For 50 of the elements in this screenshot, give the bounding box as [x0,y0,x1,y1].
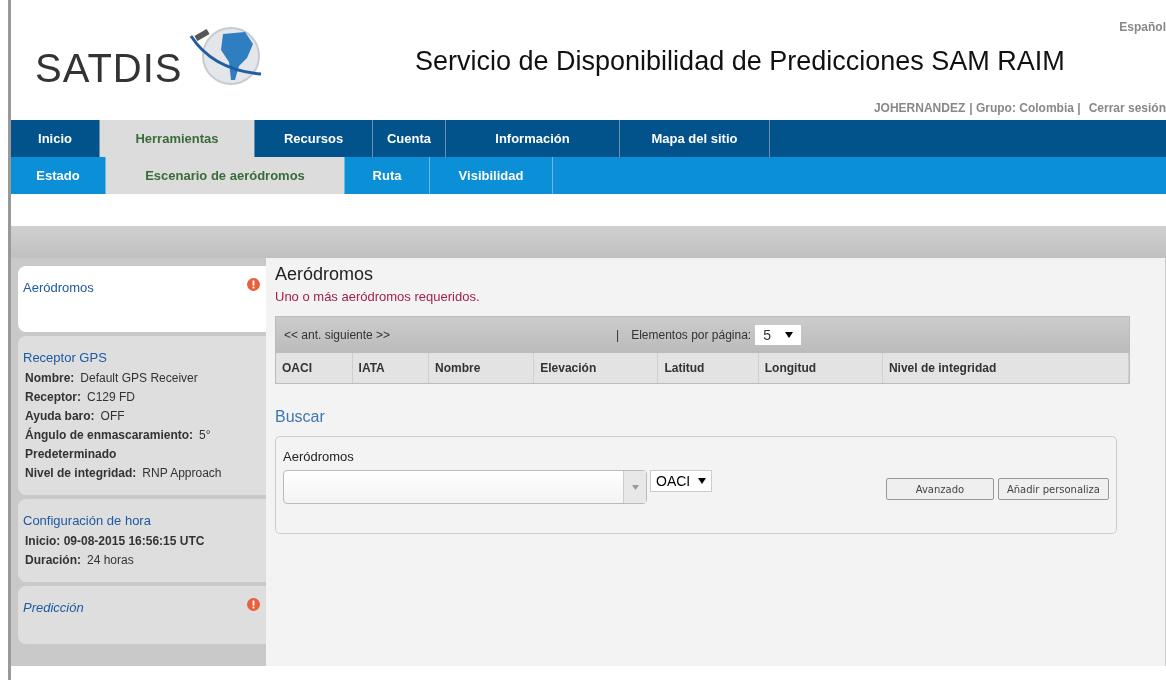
logout-link[interactable]: Cerrar sesión [1088,101,1166,115]
detail-line: Nombre: Default GPS Receiver [25,371,199,385]
language-link[interactable]: Español [873,20,1166,34]
panel-title: Aeródromos [23,280,94,295]
detail-line: Nivel de integridad: RNP Approach [25,466,223,480]
separator-text: | [616,328,620,342]
column-header[interactable]: Latitud [658,353,759,383]
panel-title: Receptor GPS [23,350,107,365]
subnav-tab[interactable]: Escenario de aeródromos [106,157,345,194]
caret-icon [785,332,793,338]
warning-icon [247,598,260,611]
section-heading: Aeródromos [275,264,375,285]
detail-line: Predeterminado [25,447,118,461]
detail-line: Ayuda baro: OFF [25,409,126,423]
detail-line: Receptor: C129 FD [25,390,137,404]
column-header[interactable]: OACI [276,353,353,383]
per-page-select[interactable]: 5 [755,325,801,345]
search-heading: Buscar [275,408,326,426]
subnav-tab[interactable]: Visibilidad [430,157,553,194]
panel-title: Configuración de hora [23,513,151,528]
page-title: Servicio de Disponibilidad de Predicciones SAM RAIM [415,46,1066,77]
group-label: | Grupo: Colombia | [969,101,1081,115]
column-header[interactable]: IATA [352,353,430,383]
nav-tab[interactable]: Herramientas [100,120,255,157]
panel-title: Predicción [23,600,84,615]
column-header[interactable]: Nivel de integridad [882,353,1130,383]
caret-icon [698,478,707,484]
action-button[interactable]: Añadir personaliza [997,478,1109,500]
subnav-tab[interactable]: Ruta [345,157,430,194]
dropdown-icon [631,484,639,490]
field-label: Aeródromos [283,449,354,464]
per-page-label: Elementos por página: [631,328,752,342]
column-header[interactable]: Elevación [534,353,659,383]
sidebar-panel[interactable]: Predicción [18,586,266,644]
sidebar-panel[interactable]: Receptor GPS Nombre: Default GPS Receiver Receptor: C129 FD Ayuda baro: OFF Ángulo de enmascaramiento: 5° Predeterminado Nivel de integridad: RNP Approach [18,336,266,495]
action-button[interactable]: Avanzado [885,478,994,500]
code-type-select[interactable]: OACI [650,470,713,492]
username: JOHERNANDEZ [873,101,966,115]
detail-line: Ángulo de enmascaramiento: 5° [25,428,212,442]
detail-line: Duración: 24 horas [25,553,135,567]
column-header[interactable]: Longitud [758,353,883,383]
logo-text: SATDIS [35,46,183,91]
column-header[interactable]: Nombre [429,353,535,383]
warning-icon [247,278,260,291]
pager-links[interactable]: << ant. siguiente >> [284,328,616,342]
detail-line: Inicio: 09-08-2015 16:56:15 UTC [25,534,206,548]
aerodrome-combo-field[interactable] [283,470,647,504]
sidebar-panel[interactable]: Configuración de hora Inicio: 09-08-2015 16:56:15 UTC Duración: 24 horas [18,499,266,582]
error-message: Uno o más aeródromos requeridos. [275,289,481,304]
sidebar-panel[interactable]: Aeródromos [18,266,266,332]
